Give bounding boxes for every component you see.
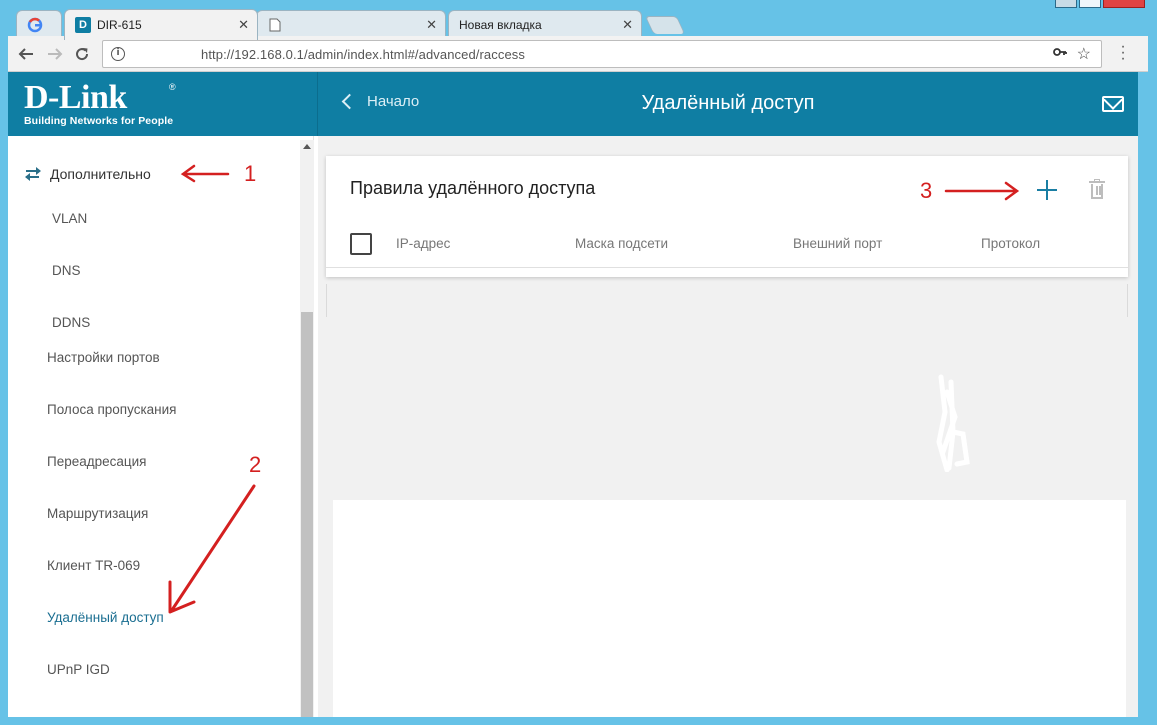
page-title: Удалённый доступ: [641, 92, 815, 114]
browser-window: D DIR-615 ✕ ✕ Новая вкладка ✕ i http://1…: [0, 0, 1157, 725]
swap-arrows-icon: [25, 167, 41, 181]
sidebar-item-vlan[interactable]: VLAN: [52, 211, 87, 226]
page-viewport: D-Link Building Networks for People ® На…: [8, 72, 1138, 717]
empty-area: [326, 284, 1128, 317]
scroll-up-icon[interactable]: [303, 144, 311, 149]
tab-google[interactable]: [16, 10, 62, 38]
page-header: Начало Удалённый доступ: [318, 72, 1138, 136]
logo-bar: D-Link Building Networks for People ®: [8, 72, 317, 136]
annotation-arrow-2: [168, 484, 256, 614]
white-scribble: [936, 374, 970, 472]
select-all-checkbox[interactable]: [350, 233, 372, 255]
sidebar-item-dns[interactable]: DNS: [52, 263, 81, 278]
content-panel: [333, 500, 1126, 717]
close-tab-icon[interactable]: ✕: [238, 17, 249, 33]
main-content: Правила удалённого доступа IP-адрес Маск…: [318, 136, 1138, 717]
menu-icon[interactable]: · · ·: [1120, 39, 1126, 67]
sidebar-item-routing[interactable]: Маршрутизация: [47, 506, 148, 521]
blank-page-icon: [267, 17, 283, 33]
sidebar-scrollbar[interactable]: [300, 140, 314, 717]
sidebar-item-bandwidth[interactable]: Полоса пропускания: [47, 402, 176, 417]
annotation-marker-1: 1: [244, 161, 257, 186]
rules-card: Правила удалённого доступа IP-адрес Маск…: [326, 156, 1128, 277]
dlink-icon: D: [75, 17, 91, 33]
url-bar[interactable]: i http://192.168.0.1/admin/index.html#/a…: [102, 40, 1102, 68]
google-icon: [27, 17, 43, 33]
annotation-marker-2: 2: [249, 452, 262, 477]
dlink-logo[interactable]: D-Link Building Networks for People ®: [24, 79, 176, 128]
divider: [326, 267, 1128, 268]
new-tab-button[interactable]: [644, 16, 686, 34]
sidebar-section-advanced[interactable]: Дополнительно: [25, 166, 151, 182]
annotation-arrow-3: [944, 181, 1020, 201]
tab-strip: D DIR-615 ✕ ✕ Новая вкладка ✕: [8, 6, 1148, 40]
sidebar-section-label: Дополнительно: [50, 166, 151, 182]
tab-blank[interactable]: ✕: [256, 10, 446, 38]
scrollbar-thumb[interactable]: [301, 312, 313, 717]
annotation-arrow-1: [180, 164, 230, 183]
close-tab-icon[interactable]: ✕: [426, 17, 437, 33]
sidebar: Дополнительно VLAN DNS DDNS Настройки по…: [8, 136, 314, 717]
tab-label: Новая вкладка: [459, 17, 542, 32]
key-icon[interactable]: [1053, 45, 1067, 60]
sidebar-item-tr069[interactable]: Клиент TR-069: [47, 558, 140, 573]
toolbar: i http://192.168.0.1/admin/index.html#/a…: [8, 36, 1148, 72]
info-icon[interactable]: i: [111, 47, 125, 61]
logo-tagline: Building Networks for People: [24, 115, 174, 127]
sidebar-item-upnp[interactable]: UPnP IGD: [47, 662, 110, 677]
sidebar-item-ddns[interactable]: DDNS: [52, 315, 90, 330]
reload-icon[interactable]: [71, 43, 93, 65]
tab-dir615[interactable]: D DIR-615 ✕: [64, 9, 258, 40]
logo-brand: D-Link: [24, 79, 127, 116]
add-rule-icon[interactable]: [1036, 179, 1058, 201]
back-arrow-icon[interactable]: [15, 43, 37, 65]
close-tab-icon[interactable]: ✕: [622, 17, 633, 33]
column-header-protocol[interactable]: Протокол: [981, 236, 1040, 251]
url-text[interactable]: http://192.168.0.1/admin/index.html#/adv…: [201, 47, 525, 62]
annotation-marker-3: 3: [920, 178, 933, 203]
sidebar-item-forwarding[interactable]: Переадресация: [47, 454, 146, 469]
mail-icon[interactable]: [1102, 96, 1124, 112]
trash-icon[interactable]: [1089, 179, 1105, 201]
card-title: Правила удалённого доступа: [350, 178, 596, 198]
tab-new[interactable]: Новая вкладка ✕: [448, 10, 642, 38]
column-header-port[interactable]: Внешний порт: [793, 236, 882, 251]
column-header-mask[interactable]: Маска подсети: [575, 236, 668, 251]
sidebar-item-remote-access[interactable]: Удалённый доступ: [47, 610, 164, 625]
forward-arrow-icon[interactable]: [44, 43, 66, 65]
column-header-ip[interactable]: IP-адрес: [396, 236, 450, 251]
sidebar-item-port-settings[interactable]: Настройки портов: [47, 350, 160, 365]
logo-reg-mark: ®: [169, 82, 176, 92]
tab-label: DIR-615: [97, 18, 142, 32]
star-icon[interactable]: ☆: [1077, 44, 1091, 64]
